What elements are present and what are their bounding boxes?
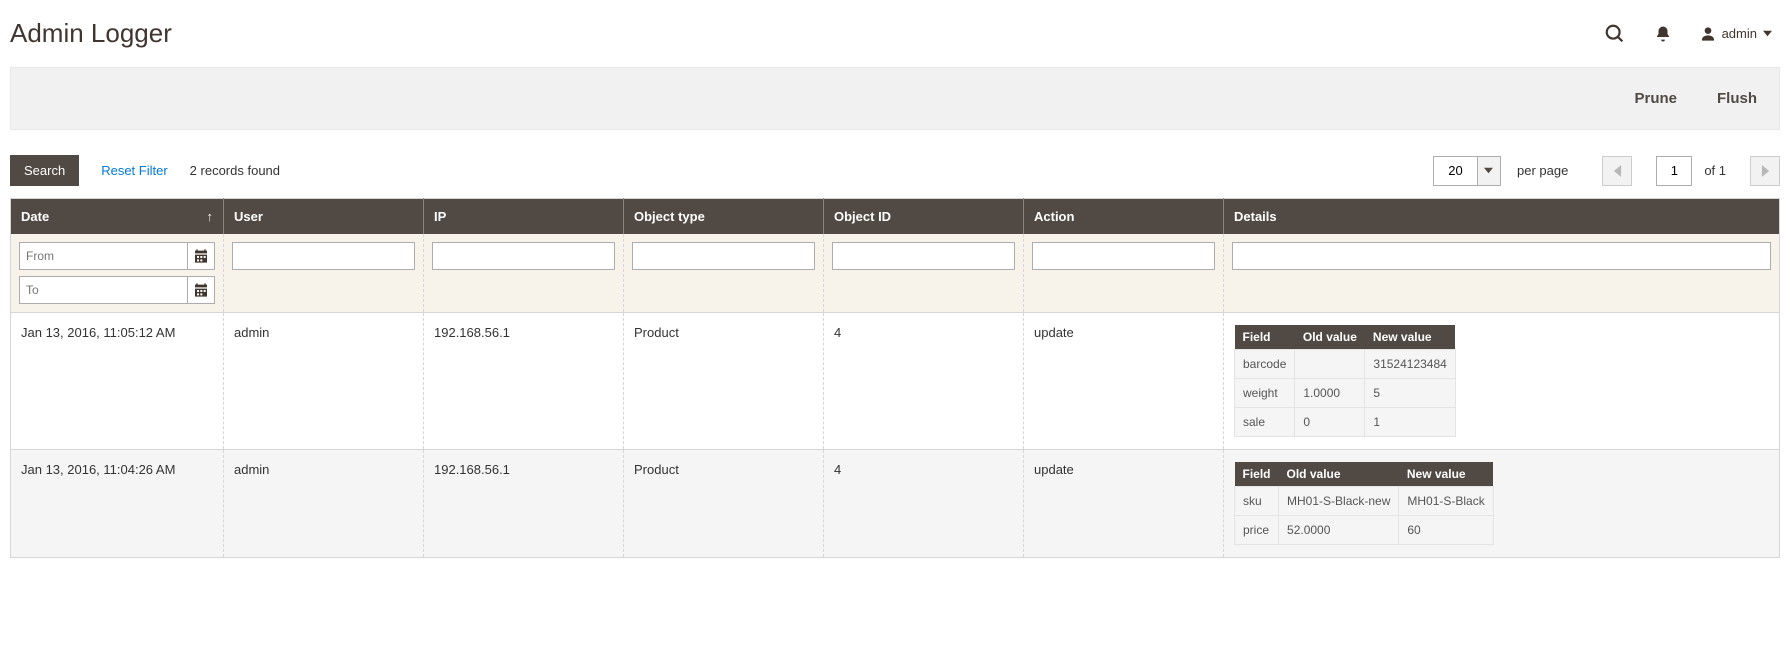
details-col-field: Field (1235, 462, 1279, 487)
cell-date: Jan 13, 2016, 11:04:26 AM (11, 450, 224, 558)
prune-button[interactable]: Prune (1634, 90, 1677, 107)
details-cell-field: sku (1235, 487, 1279, 516)
details-cell-new: 31524123484 (1365, 350, 1455, 379)
filter-object-type-input[interactable] (632, 242, 815, 270)
filter-ip-input[interactable] (432, 242, 615, 270)
col-header-object-type[interactable]: Object type (624, 199, 824, 235)
details-col-new: New value (1365, 325, 1455, 350)
pager-next-button[interactable] (1750, 156, 1780, 186)
cell-object-id: 4 (824, 450, 1024, 558)
details-table: FieldOld valueNew valueskuMH01-S-Black-n… (1234, 462, 1494, 545)
col-header-user[interactable]: User (224, 199, 424, 235)
col-header-date[interactable]: Date ↑ (11, 199, 224, 235)
details-cell-field: barcode (1235, 350, 1295, 379)
calendar-icon (193, 248, 209, 264)
per-page-dropdown-button[interactable] (1477, 156, 1501, 186)
details-col-old: Old value (1295, 325, 1365, 350)
details-row: sale01 (1235, 408, 1456, 437)
cell-object-type: Product (624, 313, 824, 450)
pager-prev-button[interactable] (1602, 156, 1632, 186)
flush-button[interactable]: Flush (1717, 90, 1757, 107)
cell-action: update (1024, 313, 1224, 450)
details-cell-field: weight (1235, 379, 1295, 408)
calendar-from-button[interactable] (187, 242, 215, 270)
details-cell-old: 0 (1295, 408, 1365, 437)
grid-controls: Search Reset Filter 2 records found per … (10, 155, 1780, 186)
details-row: barcode 31524123484 (1235, 350, 1456, 379)
page-title: Admin Logger (10, 18, 172, 49)
search-button[interactable]: Search (10, 155, 79, 186)
records-found-label: 2 records found (190, 163, 280, 178)
chevron-right-icon (1761, 165, 1770, 177)
filter-action-input[interactable] (1032, 242, 1215, 270)
log-grid: Date ↑ User IP Object type Object ID Act… (10, 198, 1780, 558)
details-cell-old: 1.0000 (1295, 379, 1365, 408)
of-pages-label: of 1 (1704, 163, 1726, 178)
cell-details: FieldOld valueNew value barcode 3152412348… (1224, 313, 1780, 450)
calendar-icon (193, 282, 209, 298)
cell-ip: 192.168.56.1 (424, 450, 624, 558)
details-cell-new: 60 (1399, 516, 1493, 545)
details-cell-field: price (1235, 516, 1279, 545)
cell-user: admin (224, 450, 424, 558)
page-input[interactable] (1656, 156, 1692, 186)
table-row: Jan 13, 2016, 11:04:26 AMadmin192.168.56… (11, 450, 1780, 558)
calendar-to-button[interactable] (187, 276, 215, 304)
details-cell-new: 1 (1365, 408, 1455, 437)
page-header: Admin Logger admin (10, 10, 1780, 67)
details-row: price52.000060 (1235, 516, 1494, 545)
bell-icon[interactable] (1654, 25, 1672, 43)
search-icon[interactable] (1604, 23, 1626, 45)
user-icon (1700, 26, 1716, 42)
filter-row (11, 234, 1780, 313)
details-table: FieldOld valueNew value barcode 3152412348… (1234, 325, 1456, 437)
filter-object-id-input[interactable] (832, 242, 1015, 270)
reset-filter-link[interactable]: Reset Filter (101, 163, 167, 178)
filter-date-to-input[interactable] (19, 276, 187, 304)
cell-details: FieldOld valueNew valueskuMH01-S-Black-n… (1224, 450, 1780, 558)
col-header-ip[interactable]: IP (424, 199, 624, 235)
details-col-field: Field (1235, 325, 1295, 350)
user-label: admin (1722, 26, 1757, 41)
filter-details-input[interactable] (1232, 242, 1771, 270)
cell-action: update (1024, 450, 1224, 558)
chevron-left-icon (1613, 165, 1622, 177)
details-row: weight1.00005 (1235, 379, 1456, 408)
details-cell-new: MH01-S-Black (1399, 487, 1493, 516)
col-header-action[interactable]: Action (1024, 199, 1224, 235)
cell-user: admin (224, 313, 424, 450)
per-page-label: per page (1517, 163, 1568, 178)
details-col-old: Old value (1279, 462, 1399, 487)
details-col-new: New value (1399, 462, 1493, 487)
details-cell-field: sale (1235, 408, 1295, 437)
user-menu[interactable]: admin (1700, 26, 1772, 42)
sort-asc-icon: ↑ (207, 209, 214, 224)
details-cell-new: 5 (1365, 379, 1455, 408)
col-header-object-id[interactable]: Object ID (824, 199, 1024, 235)
details-row: skuMH01-S-Black-newMH01-S-Black (1235, 487, 1494, 516)
cell-ip: 192.168.56.1 (424, 313, 624, 450)
action-bar: Prune Flush (10, 67, 1780, 130)
col-header-details[interactable]: Details (1224, 199, 1780, 235)
details-cell-old (1295, 350, 1365, 379)
cell-date: Jan 13, 2016, 11:05:12 AM (11, 313, 224, 450)
caret-down-icon (1484, 166, 1493, 175)
table-row: Jan 13, 2016, 11:05:12 AMadmin192.168.56… (11, 313, 1780, 450)
per-page-input[interactable] (1433, 156, 1477, 186)
details-cell-old: 52.0000 (1279, 516, 1399, 545)
filter-user-input[interactable] (232, 242, 415, 270)
cell-object-id: 4 (824, 313, 1024, 450)
caret-down-icon (1763, 29, 1772, 38)
cell-object-type: Product (624, 450, 824, 558)
filter-date-from-input[interactable] (19, 242, 187, 270)
details-cell-old: MH01-S-Black-new (1279, 487, 1399, 516)
